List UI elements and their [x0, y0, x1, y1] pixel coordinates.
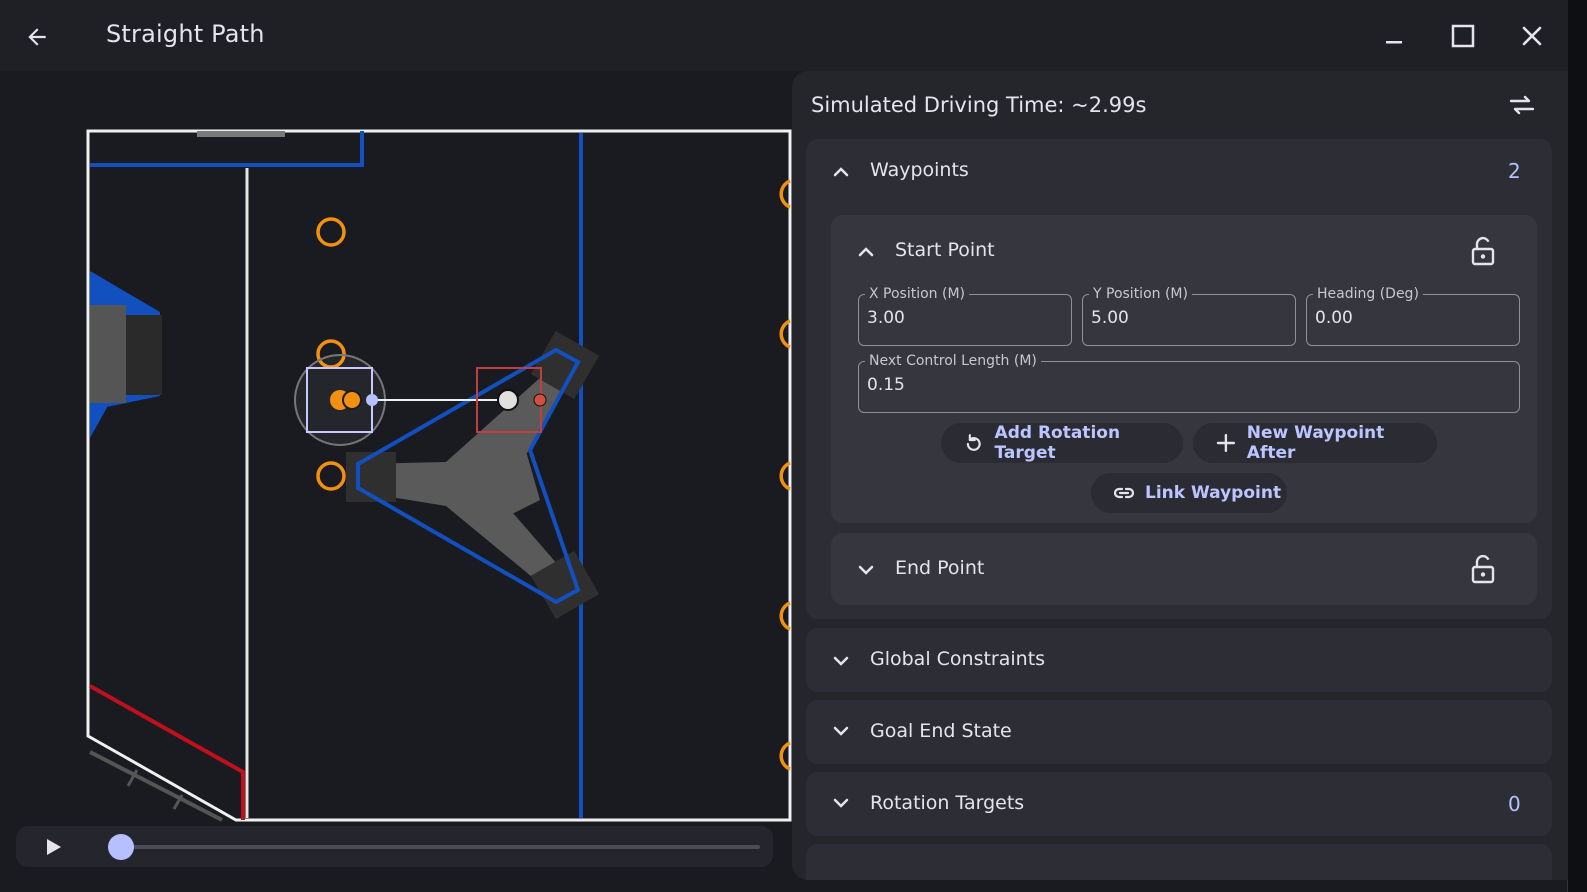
end-control-point	[533, 393, 547, 407]
chevron-down-icon	[858, 565, 874, 575]
goal-end-state-title: Goal End State	[870, 720, 1012, 742]
timeline-thumb[interactable]	[108, 834, 134, 860]
field-canvas[interactable]	[0, 71, 792, 892]
link-icon	[1113, 487, 1135, 499]
start-point-card: Start Point X Position (M) 3.00 Y Positi…	[831, 215, 1537, 523]
end-anchor	[497, 389, 519, 411]
goal-end-state-card[interactable]: Goal End State	[806, 700, 1552, 764]
chevron-up-icon	[858, 247, 874, 257]
app-window: Straight Path Simulated Driving Time: ~2…	[0, 0, 1568, 892]
end-point-card: End Point	[831, 533, 1537, 605]
x-position-field[interactable]: X Position (M) 3.00	[858, 285, 1072, 346]
arrow-left-icon	[28, 28, 46, 46]
link-waypoint-label: Link Waypoint	[1145, 483, 1282, 503]
rotation-targets-count: 0	[1508, 792, 1521, 816]
chevron-down-icon	[833, 798, 849, 808]
y-position-value: 5.00	[1091, 308, 1129, 328]
field-drawing	[86, 129, 792, 822]
stage-shadow	[126, 315, 162, 395]
y-position-field[interactable]: Y Position (M) 5.00	[1082, 285, 1296, 346]
swap-horizontal-icon	[1509, 95, 1535, 115]
add-rotation-target-button[interactable]: Add Rotation Target	[941, 423, 1183, 463]
maximize-button[interactable]	[1441, 16, 1485, 56]
chevron-up-icon	[833, 167, 849, 177]
next-section-card[interactable]	[806, 844, 1552, 880]
minimize-button[interactable]	[1372, 16, 1416, 56]
timeline-track[interactable]	[120, 845, 760, 849]
chevron-down-icon	[833, 656, 849, 666]
lock-open-icon[interactable]	[1470, 236, 1496, 266]
heading-label: Heading (Deg)	[1313, 285, 1423, 303]
play-icon	[47, 839, 61, 855]
next-control-length-value: 0.15	[867, 375, 905, 395]
link-waypoint-button[interactable]: Link Waypoint	[1091, 473, 1287, 513]
back-button[interactable]	[18, 18, 56, 56]
swap-sidebar-button[interactable]	[1504, 89, 1540, 121]
rotate-icon	[966, 434, 981, 451]
red-zone-line	[89, 684, 245, 820]
editor-sidebar: Simulated Driving Time: ~2.99s Waypoints…	[792, 71, 1568, 880]
simulated-time: Simulated Driving Time: ~2.99s	[811, 93, 1147, 117]
global-constraints-card[interactable]: Global Constraints	[806, 628, 1552, 692]
maximize-icon	[1451, 24, 1475, 48]
waypoints-count: 2	[1508, 159, 1521, 183]
field-top-marker	[197, 131, 285, 137]
minimize-icon	[1386, 41, 1402, 44]
start-point-title: Start Point	[895, 239, 995, 261]
x-position-value: 3.00	[867, 308, 905, 328]
waypoints-title: Waypoints	[870, 159, 969, 181]
heading-value: 0.00	[1315, 308, 1353, 328]
next-control-length-field[interactable]: Next Control Length (M) 0.15	[858, 352, 1520, 413]
new-waypoint-after-button[interactable]: New Waypoint After	[1193, 423, 1437, 463]
note-ring	[316, 217, 346, 247]
start-anchor-2	[342, 390, 362, 410]
lock-open-icon[interactable]	[1470, 554, 1496, 584]
page-title: Straight Path	[106, 20, 265, 48]
chevron-down-icon	[833, 726, 849, 736]
x-position-label: X Position (M)	[865, 285, 970, 303]
end-point-header[interactable]: End Point	[831, 533, 1537, 605]
title-bar: Straight Path	[0, 0, 1568, 71]
next-control-length-label: Next Control Length (M)	[865, 352, 1041, 370]
start-control-point	[366, 394, 378, 406]
add-rotation-target-label: Add Rotation Target	[994, 423, 1121, 463]
close-icon	[1522, 26, 1542, 46]
waypoints-header[interactable]: Waypoints 2	[806, 139, 1552, 203]
y-position-label: Y Position (M)	[1089, 285, 1192, 303]
close-button[interactable]	[1510, 16, 1554, 56]
plus-icon	[1216, 433, 1236, 453]
start-point-header[interactable]: Start Point	[831, 215, 1537, 275]
ramp-outline	[89, 750, 223, 822]
playback-bar	[16, 826, 773, 867]
play-button[interactable]	[40, 834, 66, 860]
stage-block	[90, 305, 126, 403]
heading-field[interactable]: Heading (Deg) 0.00	[1306, 285, 1520, 346]
end-point-title: End Point	[895, 557, 985, 579]
new-waypoint-after-label: New Waypoint After	[1246, 423, 1385, 463]
rotation-targets-title: Rotation Targets	[870, 792, 1025, 814]
note-ring	[316, 461, 346, 491]
waypoints-card: Waypoints 2 Start Point X Position (M) 3…	[806, 139, 1552, 619]
rotation-targets-card[interactable]: Rotation Targets 0	[806, 772, 1552, 836]
global-constraints-title: Global Constraints	[870, 648, 1046, 670]
